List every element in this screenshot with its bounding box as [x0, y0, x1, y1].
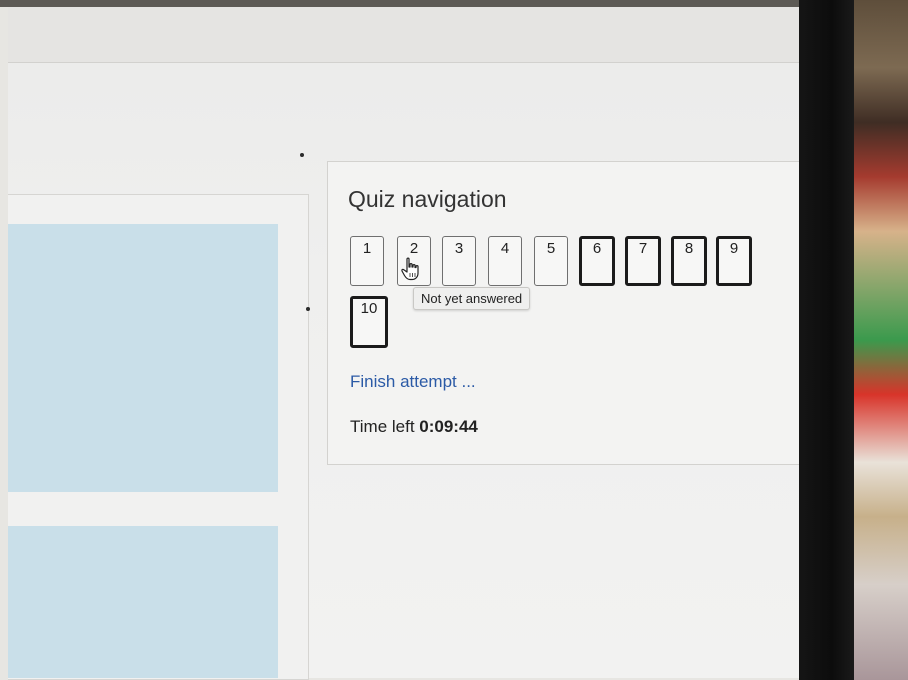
question-button-10[interactable]: 10 — [350, 296, 388, 348]
monitor-bezel — [799, 0, 854, 680]
question-button-1[interactable]: 1 — [350, 236, 384, 286]
question-button-6[interactable]: 6 — [579, 236, 615, 286]
time-left: Time left 0:09:44 — [350, 417, 478, 437]
finish-attempt-link[interactable]: Finish attempt ... — [350, 372, 476, 392]
dot — [306, 307, 310, 311]
dot — [300, 153, 304, 157]
hand-pointer-icon — [401, 257, 419, 281]
time-left-label: Time left — [350, 417, 415, 436]
question-button-7[interactable]: 7 — [625, 236, 661, 286]
monitor-edge — [0, 0, 908, 7]
top-bar — [8, 6, 800, 63]
content-block — [8, 526, 278, 678]
photo: Quiz navigation 1 2 3 4 5 6 7 8 9 10 Fin… — [0, 0, 908, 680]
quiz-navigation-block: Quiz navigation 1 2 3 4 5 6 7 8 9 10 Fin… — [327, 161, 801, 465]
question-button-5[interactable]: 5 — [534, 236, 568, 286]
screen: Quiz navigation 1 2 3 4 5 6 7 8 9 10 Fin… — [8, 6, 801, 680]
question-button-3[interactable]: 3 — [442, 236, 476, 286]
question-tooltip: Not yet answered — [413, 287, 531, 310]
quiz-navigation-title: Quiz navigation — [348, 186, 507, 212]
question-button-4[interactable]: 4 — [488, 236, 522, 286]
content-block — [8, 224, 278, 492]
time-left-value: 0:09:44 — [419, 417, 478, 436]
background-scene — [854, 0, 908, 680]
question-button-9[interactable]: 9 — [716, 236, 752, 286]
question-button-8[interactable]: 8 — [671, 236, 707, 286]
